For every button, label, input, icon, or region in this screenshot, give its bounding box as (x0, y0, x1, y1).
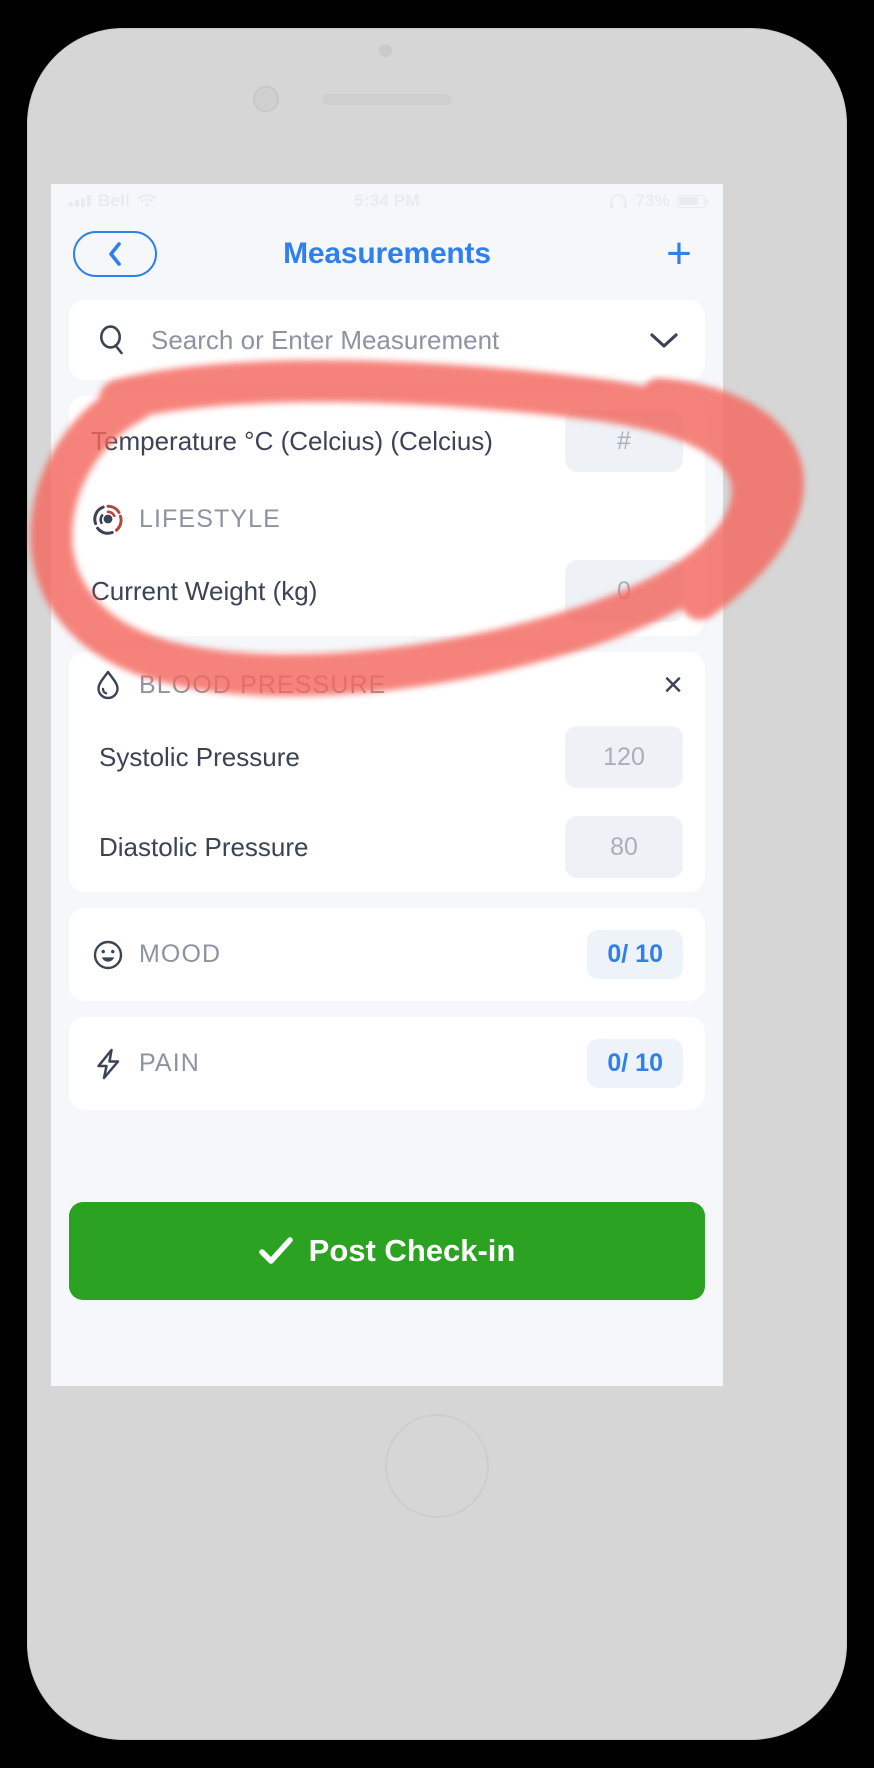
status-bar-right: 73% (609, 191, 709, 211)
pain-card[interactable]: PAIN 0/ 10 (69, 1017, 705, 1110)
measurement-value-input[interactable]: 0 (565, 560, 683, 622)
earpiece-speaker (322, 94, 452, 105)
headphones-icon (610, 193, 628, 209)
battery-icon (677, 194, 709, 208)
add-measurement-button[interactable]: + (657, 232, 701, 276)
proximity-sensor-icon (379, 44, 392, 57)
post-checkin-button[interactable]: Post Check-in (69, 1202, 705, 1300)
chevron-left-icon (109, 242, 121, 266)
measurement-value-input[interactable]: 120 (565, 726, 683, 788)
measurement-value-input[interactable]: # (565, 410, 683, 472)
pain-score-badge[interactable]: 0/ 10 (587, 1039, 683, 1088)
search-input[interactable]: Search or Enter Measurement (151, 325, 649, 356)
measurement-row-systolic[interactable]: Systolic Pressure 120 (69, 712, 705, 802)
chevron-down-icon[interactable] (649, 331, 679, 349)
section-title: BLOOD PRESSURE (139, 670, 387, 699)
wifi-icon (137, 193, 157, 207)
battery-percent-label: 73% (635, 191, 670, 210)
measurement-label: Diastolic Pressure (99, 831, 309, 862)
section-header-lifestyle: LIFESTYLE (69, 486, 705, 546)
section-header-mood: MOOD 0/ 10 (69, 908, 705, 1001)
measurement-label: Temperature °C (Celcius) (Celcius) (91, 425, 493, 456)
mood-card[interactable]: MOOD 0/ 10 (69, 908, 705, 1001)
measurement-value-input[interactable]: 80 (565, 816, 683, 878)
phone-screen: Bell 5:34 PM 73% Measurements + Search o… (51, 184, 723, 1386)
status-bar: Bell 5:34 PM 73% (51, 184, 723, 218)
screenshot-stage: Bell 5:34 PM 73% Measurements + Search o… (0, 0, 874, 1768)
lifestyle-card: Temperature °C (Celcius) (Celcius) # LIF… (69, 396, 705, 636)
home-button[interactable] (385, 1414, 489, 1518)
blood-drop-icon (97, 670, 119, 700)
section-title: MOOD (139, 940, 222, 968)
measurement-row-diastolic[interactable]: Diastolic Pressure 80 (69, 802, 705, 892)
post-checkin-label: Post Check-in (308, 1233, 516, 1268)
lightning-bolt-icon (97, 1048, 120, 1079)
measurement-label: Systolic Pressure (99, 741, 300, 772)
front-camera-icon (253, 86, 279, 112)
measurement-label: Current Weight (kg) (91, 575, 318, 606)
checkmark-icon (258, 1237, 293, 1264)
navigation-bar: Measurements + (51, 218, 723, 290)
smiley-face-icon (93, 940, 123, 969)
measurement-row-temperature[interactable]: Temperature °C (Celcius) (Celcius) # (69, 396, 705, 486)
search-row[interactable]: Search or Enter Measurement (69, 300, 705, 380)
search-card: Search or Enter Measurement (69, 300, 705, 380)
measurements-list: Search or Enter Measurement Temperature … (51, 290, 723, 1110)
carrier-label: Bell (98, 191, 130, 210)
section-title: PAIN (139, 1049, 200, 1077)
section-header-blood-pressure: BLOOD PRESSURE × (69, 652, 705, 712)
section-header-pain: PAIN 0/ 10 (69, 1017, 705, 1110)
lifestyle-target-icon (93, 504, 123, 535)
cellular-signal-icon (69, 195, 91, 207)
search-icon (100, 325, 123, 355)
back-button[interactable] (73, 231, 157, 277)
close-icon[interactable]: × (663, 668, 683, 702)
mood-score-badge[interactable]: 0/ 10 (587, 930, 683, 979)
section-title: LIFESTYLE (139, 504, 281, 533)
measurement-row-current-weight[interactable]: Current Weight (kg) 0 (69, 546, 705, 636)
status-bar-left: Bell (69, 191, 157, 211)
blood-pressure-card: BLOOD PRESSURE × Systolic Pressure 120 D… (69, 652, 705, 892)
